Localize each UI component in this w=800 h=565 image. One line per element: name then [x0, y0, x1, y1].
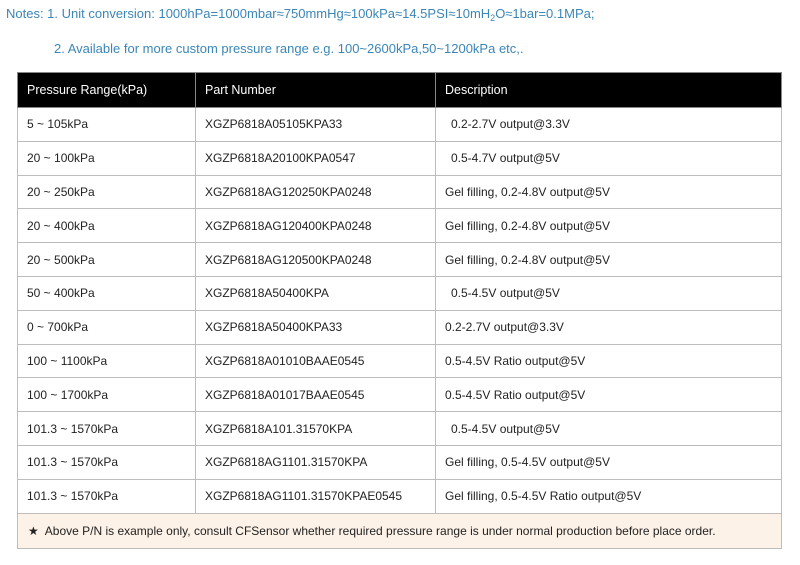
cell-pressure-range: 20 ~ 250kPa: [17, 174, 196, 210]
cell-pressure-range: 101.3 ~ 1570kPa: [17, 478, 196, 514]
table-row: 101.3 ~ 1570kPa XGZP6818AG1101.31570KPA Ge…: [17, 444, 782, 480]
cell-part-number: XGZP6818A101.31570KPA: [195, 411, 436, 446]
cell-part-number: XGZP6818A05105KPA33: [195, 107, 436, 142]
notes-block: Notes: 1. Unit conversion: 1000hPa=1000m…: [0, 4, 594, 59]
note-custom-range: 2. Available for more custom pressure ra…: [54, 41, 524, 56]
note-unit-conversion: Notes: 1. Unit conversion: 1000hPa=1000m…: [0, 4, 594, 28]
footnote-text: Above P/N is example only, consult CFSen…: [44, 523, 716, 538]
header-description: Description: [435, 72, 782, 108]
cell-description: Gel filling, 0.2-4.8V output@5V: [435, 174, 782, 210]
footnote-row: ★ Above P/N is example only, consult CFSe…: [17, 512, 782, 549]
cell-pressure-range: 100 ~ 1100kPa: [17, 343, 196, 379]
cell-pressure-range: 5 ~ 105kPa: [17, 107, 196, 142]
cell-part-number: XGZP6818AG120250KPA0248: [195, 174, 436, 210]
cell-description: 0.2-2.7V output@3.3V: [435, 309, 782, 345]
cell-pressure-range: 0 ~ 700kPa: [17, 309, 196, 345]
note-unit-conversion-tail: O≈1bar=0.1MPa;: [495, 6, 595, 21]
cell-description: 0.5-4.5V output@5V: [435, 411, 782, 446]
cell-pressure-range: 101.3 ~ 1570kPa: [17, 444, 196, 480]
table-body: 5 ~ 105kPa XGZP6818A05105KPA33 0.2-2.7V ou…: [17, 107, 782, 514]
cell-pressure-range: 100 ~ 1700kPa: [17, 377, 196, 413]
cell-part-number: XGZP6818AG1101.31570KPA: [195, 444, 436, 480]
cell-part-number: XGZP6818A01017BAAE0545: [195, 377, 436, 413]
cell-pressure-range: 50 ~ 400kPa: [17, 275, 196, 311]
table-row: 5 ~ 105kPa XGZP6818A05105KPA33 0.2-2.7V ou…: [17, 107, 782, 142]
table-row: 20 ~ 250kPa XGZP6818AG120250KPA0248 Gel fi…: [17, 174, 782, 210]
table-row: 50 ~ 400kPa XGZP6818A50400KPA 0.5-4.5V out…: [17, 275, 782, 311]
cell-description: 0.5-4.5V output@5V: [435, 275, 782, 311]
header-part-number: Part Number: [195, 72, 436, 108]
cell-description: 0.2-2.7V output@3.3V: [435, 107, 782, 142]
cell-part-number: XGZP6818AG120500KPA0248: [195, 242, 436, 277]
table-row: 100 ~ 1700kPa XGZP6818A01017BAAE0545 0.5-4…: [17, 377, 782, 413]
cell-part-number: XGZP6818A20100KPA0547: [195, 140, 436, 176]
table-header-row: Pressure Range(kPa) Part Number Descript…: [17, 72, 782, 108]
table-row: 20 ~ 100kPa XGZP6818A20100KPA0547 0.5-4.7V…: [17, 140, 782, 176]
header-pressure-range: Pressure Range(kPa): [17, 72, 196, 108]
cell-part-number: XGZP6818AG120400KPA0248: [195, 208, 436, 244]
cell-pressure-range: 101.3 ~ 1570kPa: [17, 411, 196, 446]
cell-description: 0.5-4.5V Ratio output@5V: [435, 377, 782, 413]
star-icon: ★: [28, 523, 39, 538]
cell-part-number: XGZP6818AG1101.31570KPAE0545: [195, 478, 436, 514]
cell-part-number: XGZP6818A01010BAAE0545: [195, 343, 436, 379]
cell-description: Gel filling, 0.5-4.5V Ratio output@5V: [435, 478, 782, 514]
cell-description: Gel filling, 0.2-4.8V output@5V: [435, 242, 782, 277]
cell-description: 0.5-4.7V output@5V: [435, 140, 782, 176]
pressure-range-table: Pressure Range(kPa) Part Number Descript…: [17, 72, 782, 549]
cell-part-number: XGZP6818A50400KPA33: [195, 309, 436, 345]
table-row: 100 ~ 1100kPa XGZP6818A01010BAAE0545 0.5-4…: [17, 343, 782, 379]
table-row: 20 ~ 400kPa XGZP6818AG120400KPA0248 Gel fi…: [17, 208, 782, 244]
table-row: 0 ~ 700kPa XGZP6818A50400KPA33 0.2-2.7V ou…: [17, 309, 782, 345]
cell-part-number: XGZP6818A50400KPA: [195, 275, 436, 311]
cell-pressure-range: 20 ~ 500kPa: [17, 242, 196, 277]
cell-description: Gel filling, 0.2-4.8V output@5V: [435, 208, 782, 244]
footnote-cell: ★ Above P/N is example only, consult CFSe…: [17, 512, 782, 549]
cell-description: 0.5-4.5V Ratio output@5V: [435, 343, 782, 379]
cell-pressure-range: 20 ~ 400kPa: [17, 208, 196, 244]
table-row: 101.3 ~ 1570kPa XGZP6818A101.31570KPA 0.5-…: [17, 411, 782, 446]
table-row: 101.3 ~ 1570kPa XGZP6818AG1101.31570KPAE0…: [17, 478, 782, 514]
cell-pressure-range: 20 ~ 100kPa: [17, 140, 196, 176]
note-unit-conversion-text: Notes: 1. Unit conversion: 1000hPa=1000m…: [6, 6, 491, 21]
cell-description: Gel filling, 0.5-4.5V output@5V: [435, 444, 782, 480]
table-row: 20 ~ 500kPa XGZP6818AG120500KPA0248 Gel fi…: [17, 242, 782, 277]
